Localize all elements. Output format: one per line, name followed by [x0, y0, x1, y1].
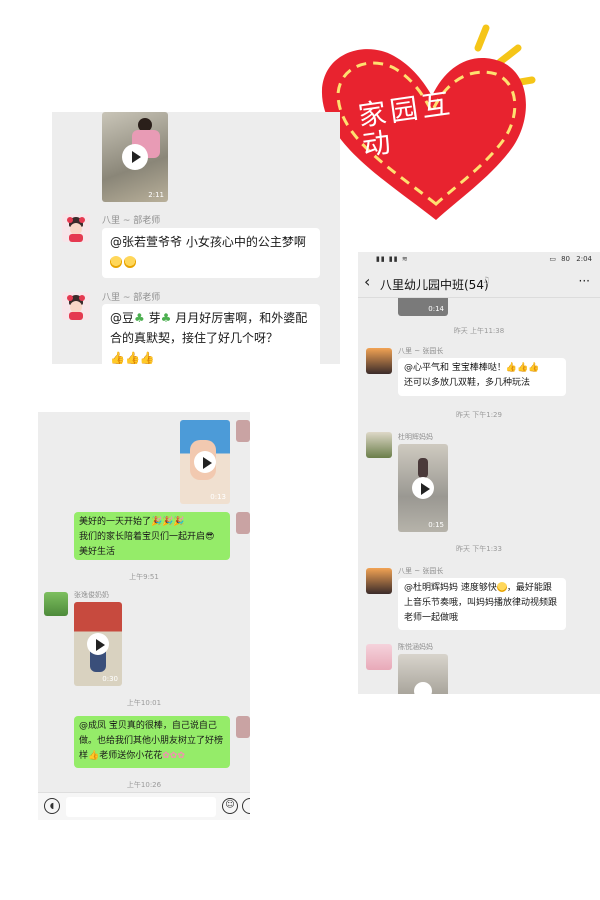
timestamp: 上午9:51	[129, 573, 159, 581]
sender-name: 八里 ~ 张园长	[398, 347, 444, 355]
message-text: 老师送你小花花	[99, 751, 163, 761]
message-text: 我们的家长陪着宝贝们一起开启	[79, 532, 206, 542]
sender-name: 八里 ~ 部老师	[102, 216, 161, 226]
timestamp: 昨天 下午1:33	[456, 545, 502, 553]
grin-emoji-icon	[124, 256, 136, 268]
message-text: @豆	[110, 311, 135, 325]
play-icon[interactable]	[194, 451, 216, 473]
play-icon[interactable]	[122, 144, 148, 170]
avatar[interactable]	[44, 592, 68, 616]
video-message[interactable]: 2:11	[102, 112, 168, 202]
laugh-emoji-icon	[496, 582, 507, 592]
message-bubble[interactable]: @豆♣ 芽♣ 月月好厉害啊，和外婆配合的真默契，接住了好几个呀？👍👍👍	[102, 304, 320, 364]
message-input[interactable]	[66, 797, 216, 817]
input-bar: ◖ ☺	[38, 792, 250, 820]
avatar[interactable]	[366, 432, 392, 458]
video-duration: 0:30	[102, 675, 118, 683]
message-bubble[interactable]: @杜明辉妈妈 速度够快 ，最好能跟上音乐节奏哦，叫妈妈播放律动视频跟老师一起做哦	[398, 578, 566, 630]
voice-icon[interactable]: ◖	[44, 798, 60, 814]
message-text: @张若萱爷爷 小女孩心中的公主梦啊	[110, 235, 306, 249]
timestamp: 上午10:01	[126, 699, 162, 707]
message-bubble[interactable]: @心平气和 宝宝棒棒哒！👍👍👍 还可以多放几双鞋，多几种玩法	[398, 358, 566, 396]
avatar-bow	[79, 217, 85, 223]
avatar[interactable]	[366, 348, 392, 374]
sender-name: 张逸俊奶奶	[74, 591, 109, 599]
message-text: @心平气和 宝宝棒棒哒！	[404, 363, 506, 373]
message-text: 还可以多放几双鞋，多几种玩法	[404, 378, 531, 388]
status-time: 2:04	[576, 255, 592, 263]
clover-icon: ♣	[160, 311, 172, 325]
play-icon[interactable]	[414, 682, 432, 694]
video-message[interactable]: 0:30	[74, 602, 122, 686]
avatar-bow	[67, 217, 73, 223]
back-icon[interactable]: ‹	[364, 272, 370, 291]
more-icon[interactable]: ···	[579, 274, 590, 288]
child-figure	[418, 458, 428, 478]
party-popper-icon: 🎉🎉🎉	[151, 517, 185, 527]
chat-screenshot-1: 2:11 八里 ~ 部老师 @张若萱爷爷 小女孩心中的公主梦啊 八里 ~ 部老师…	[52, 112, 340, 364]
message-bubble[interactable]: @张若萱爷爷 小女孩心中的公主梦啊	[102, 228, 320, 278]
message-bubble[interactable]: 美好的一天开始了🎉🎉🎉 我们的家长陪着宝贝们一起开启😎 美好生活	[74, 512, 230, 560]
video-message[interactable]	[398, 654, 448, 694]
message-text: @杜明辉妈妈 速度够快	[404, 583, 497, 593]
title-text: 家园互动	[356, 86, 456, 163]
signal-icon: ▮▮ ▮▮ ≋	[376, 255, 409, 263]
mute-icon: ♫	[482, 276, 491, 286]
video-message[interactable]: 0:14	[398, 298, 448, 316]
timestamp: 昨天 上午11:38	[453, 327, 505, 335]
message-text: 美好生活	[79, 547, 116, 557]
avatar[interactable]	[366, 644, 392, 670]
message-text: 芽	[148, 311, 161, 325]
play-icon[interactable]	[87, 633, 109, 655]
battery-level: 80	[561, 255, 570, 263]
clover-icon: ♣	[134, 311, 145, 325]
avatar-body	[69, 234, 83, 242]
group-title: 八里幼儿园中班(54)	[380, 278, 489, 292]
avatar[interactable]	[236, 716, 250, 738]
flower-icon: ✿✿✿	[162, 751, 185, 761]
avatar-body	[69, 312, 83, 320]
sender-name: 八里 ~ 张园长	[398, 567, 444, 575]
video-message[interactable]: 0:13	[180, 420, 230, 504]
avatar[interactable]	[366, 568, 392, 594]
video-message[interactable]: 0:15	[398, 444, 448, 532]
sender-name: 陈悦涵妈妈	[398, 643, 433, 651]
grin-emoji-icon	[110, 256, 122, 268]
timestamp: 上午10:26	[126, 781, 162, 789]
chat-screenshot-2: 0:13 美好的一天开始了🎉🎉🎉 我们的家长陪着宝贝们一起开启😎 美好生活 上午…	[38, 412, 250, 820]
chat-screenshot-3: ▮▮ ▮▮ ≋ ▭ 80 2:04 ‹ 八里幼儿园中班(54) ♫ ··· 0:…	[358, 252, 600, 694]
timestamp: 昨天 下午1:29	[456, 411, 502, 419]
avatar[interactable]	[62, 292, 90, 320]
avatar[interactable]	[62, 214, 90, 242]
sender-name: 杜明辉妈妈	[398, 433, 433, 441]
video-duration: 0:14	[428, 305, 444, 313]
message-bubble[interactable]: @成凤 宝贝真的很棒，自己说自己做。也给我们其他小朋友树立了好榜样👍老师送你小花…	[74, 716, 230, 768]
avatar[interactable]	[236, 420, 250, 442]
avatar-bow	[79, 295, 85, 301]
avatar-bow	[67, 295, 73, 301]
thumbs-up-icon: 👍👍👍	[505, 363, 540, 373]
video-duration: 0:15	[428, 521, 444, 529]
plus-icon[interactable]	[242, 798, 250, 814]
video-duration: 0:13	[210, 493, 226, 501]
video-duration: 2:11	[148, 191, 164, 199]
sender-name: 八里 ~ 部老师	[102, 293, 161, 303]
status-bar: ▮▮ ▮▮ ≋ ▭ 80 2:04	[358, 252, 600, 268]
chat-header: ‹ 八里幼儿园中班(54) ♫ ···	[358, 268, 600, 298]
battery-icon: ▭	[549, 255, 556, 263]
play-icon[interactable]	[412, 477, 434, 499]
thumbs-up-icon: 👍	[88, 751, 100, 761]
sunglasses-emoji-icon: 😎	[205, 532, 215, 542]
thumbs-up-icon: 👍👍👍	[110, 351, 155, 364]
message-text: 美好的一天开始了	[79, 517, 152, 527]
title-heart: 家园互动	[308, 22, 558, 232]
avatar[interactable]	[236, 512, 250, 534]
emoji-icon[interactable]: ☺	[222, 798, 238, 814]
